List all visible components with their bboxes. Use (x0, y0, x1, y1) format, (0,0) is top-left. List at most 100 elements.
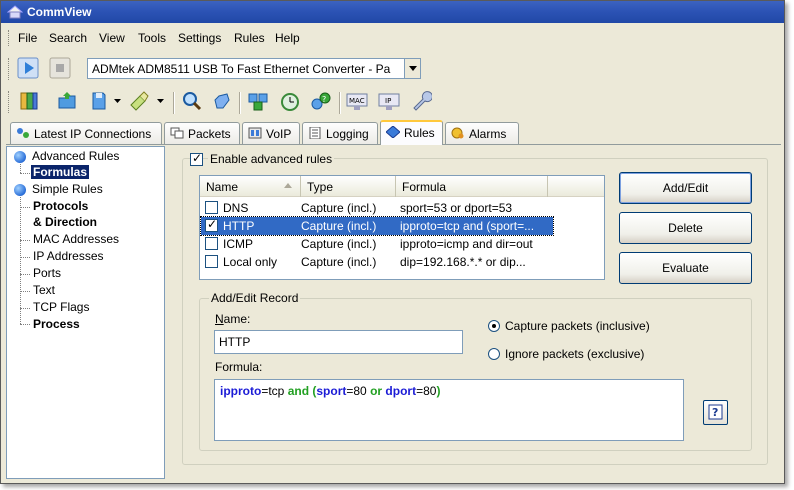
tree-item-text[interactable]: Text (33, 283, 55, 297)
formula-token: =80 (416, 384, 437, 398)
formula-token: =tcp (261, 384, 288, 398)
ignore-packets-radio[interactable] (488, 348, 500, 360)
toolbar-grip (8, 58, 11, 80)
stop-capture-icon[interactable] (49, 57, 71, 79)
evaluate-button[interactable]: Evaluate (619, 252, 752, 284)
clear-icon[interactable] (128, 90, 150, 112)
rule-name: DNS (223, 201, 249, 215)
scheduler-icon[interactable] (279, 90, 301, 112)
tree-item-protocols[interactable]: Protocols (33, 199, 88, 213)
packets-icon (170, 127, 184, 139)
add-edit-button[interactable]: Add/Edit (619, 172, 752, 204)
tab-label: Latest IP Connections (34, 127, 152, 141)
menu-bar: File Search View Tools Settings Rules He… (1, 27, 784, 49)
start-capture-icon[interactable] (17, 57, 39, 79)
tree-item-advanced-rules[interactable]: Advanced Rules (32, 149, 119, 163)
clear-dropdown-icon[interactable] (157, 99, 165, 105)
rule-name: ICMP (223, 237, 253, 251)
menu-rules[interactable]: Rules (234, 31, 265, 45)
hand-icon[interactable] (211, 90, 233, 112)
tree-item-mac-addresses[interactable]: MAC Addresses (33, 232, 119, 246)
tree-item-tcp-flags[interactable]: TCP Flags (33, 300, 89, 314)
formula-token: ) (436, 384, 441, 398)
chevron-down-icon (409, 66, 417, 71)
tree-item-formulas[interactable]: Formulas (29, 164, 91, 180)
tab-label: Rules (404, 126, 435, 140)
tree-item-process[interactable]: Process (33, 317, 80, 331)
sort-arrow-icon (284, 183, 292, 188)
formula-token: and (287, 384, 310, 398)
menu-file[interactable]: File (18, 31, 37, 45)
rule-enabled-checkbox[interactable] (205, 237, 218, 250)
menu-search[interactable]: Search (49, 31, 87, 45)
tree-connector (20, 291, 30, 292)
formula-input-value: ipproto=tcp and (sport=80 or dport=80) (220, 384, 440, 398)
capture-packets-radio[interactable] (488, 320, 500, 332)
rule-enabled-checkbox[interactable] (205, 201, 218, 214)
name-input[interactable]: HTTP (214, 330, 463, 354)
tree-item-ip-addresses[interactable]: IP Addresses (33, 249, 104, 263)
name-label-rest: ame: (223, 312, 251, 326)
tab-logging[interactable]: Logging (302, 122, 378, 144)
adapter-select[interactable]: ADMtek ADM8511 USB To Fast Ethernet Conv… (87, 58, 421, 79)
menu-view[interactable]: View (99, 31, 125, 45)
tree-connector (20, 207, 30, 208)
group-title: Add/Edit Record (209, 291, 301, 305)
table-row[interactable]: ICMP Capture (incl.) ipproto=icmp and di… (201, 235, 553, 253)
packet-generator-icon[interactable] (247, 90, 269, 112)
mac-alias-icon[interactable]: MAC (346, 90, 368, 112)
tab-latest-ip-connections[interactable]: Latest IP Connections (10, 122, 162, 144)
rule-formula: sport=53 or dport=53 (400, 201, 513, 215)
tab-packets[interactable]: Packets (164, 122, 240, 144)
tree-item-simple-rules[interactable]: Simple Rules (32, 182, 103, 196)
column-header-label: Formula (402, 180, 447, 194)
menu-help[interactable]: Help (275, 31, 300, 45)
menu-tools[interactable]: Tools (138, 31, 166, 45)
rule-enabled-checkbox[interactable] (205, 255, 218, 268)
help-glyph: ? (712, 406, 718, 419)
menu-settings[interactable]: Settings (178, 31, 221, 45)
tree-connector (20, 240, 30, 241)
alarms-icon (451, 127, 464, 139)
formula-input[interactable]: ipproto=tcp and (sport=80 or dport=80) (214, 379, 684, 441)
tree-item-ports[interactable]: Ports (33, 266, 61, 280)
search-icon[interactable] (181, 90, 203, 112)
save-icon[interactable] (88, 90, 110, 112)
book-icon[interactable] (18, 90, 40, 112)
enable-advanced-rules-checkbox[interactable]: ✓ (190, 151, 203, 166)
main-tabs: Latest IP Connections Packets VoIP Loggi… (1, 120, 784, 145)
tab-alarms[interactable]: Alarms (445, 122, 519, 144)
table-row[interactable]: ✓ HTTP Capture (incl.) ipproto=tcp and (… (200, 216, 554, 236)
capture-packets-label: Capture packets (inclusive) (505, 319, 650, 333)
formula-token: sport (316, 384, 347, 398)
name-label: Name: (215, 312, 251, 326)
formula-token: dport (385, 384, 417, 398)
rule-formula: ipproto=tcp and (sport=... (400, 219, 535, 233)
rule-type: Capture (incl.) (301, 219, 377, 233)
tab-voip[interactable]: VoIP (242, 122, 300, 144)
open-folder-icon[interactable] (57, 90, 79, 112)
tree-connector (20, 173, 30, 174)
statistics-icon[interactable]: ? (310, 90, 332, 112)
formula-help-button[interactable]: ? (703, 400, 728, 425)
list-header: Name Type Formula (200, 176, 604, 197)
title-bar[interactable]: CommView (1, 1, 784, 23)
rule-type: Capture (incl.) (301, 255, 377, 269)
tab-rules[interactable]: Rules (380, 120, 443, 145)
tree-item-direction[interactable]: & Direction (33, 215, 97, 229)
delete-button[interactable]: Delete (619, 212, 752, 244)
adapter-dropdown-button[interactable] (404, 59, 420, 78)
tree-connector (20, 308, 30, 309)
logging-icon (309, 127, 321, 139)
column-formula[interactable]: Formula (396, 176, 548, 197)
toolbar-separator (173, 92, 175, 114)
tree-connector (20, 324, 30, 325)
column-name[interactable]: Name (200, 176, 301, 197)
save-dropdown-icon[interactable] (114, 99, 122, 105)
table-row[interactable]: DNS Capture (incl.) sport=53 or dport=53 (201, 199, 553, 217)
options-wrench-icon[interactable] (410, 90, 432, 112)
column-type[interactable]: Type (301, 176, 396, 197)
ip-alias-icon[interactable]: IP (378, 90, 400, 112)
rule-enabled-checkbox[interactable]: ✓ (205, 217, 218, 232)
table-row[interactable]: Local only Capture (incl.) dip=192.168.*… (201, 253, 553, 271)
